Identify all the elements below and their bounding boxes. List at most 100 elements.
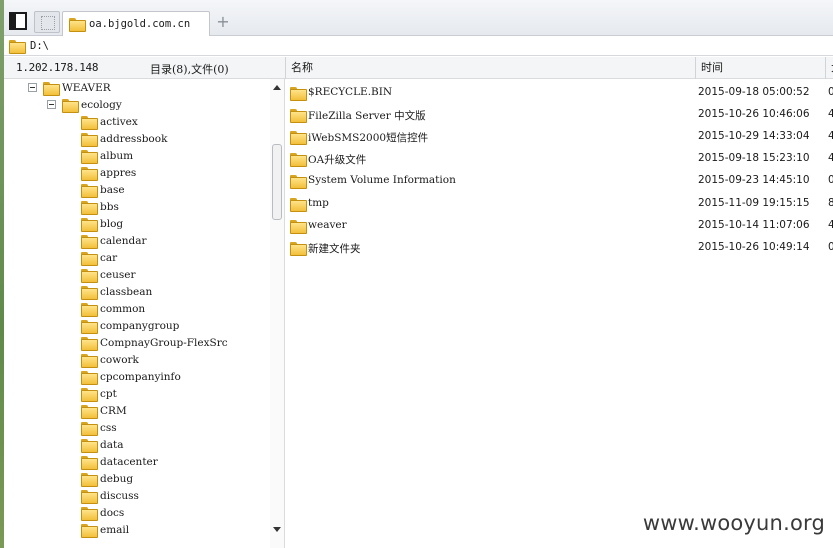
- folder-icon: [290, 87, 307, 101]
- tree-item-label: car: [100, 251, 118, 264]
- tree-item[interactable]: cowork: [81, 351, 139, 368]
- file-name: iWebSMS2000短信控件: [308, 132, 429, 145]
- tree-item[interactable]: ceuser: [81, 266, 135, 283]
- file-size: 0: [828, 174, 833, 187]
- file-row[interactable]: iWebSMS2000短信控件 2015-10-29 14:33:04 4: [286, 126, 833, 148]
- folder-icon: [290, 219, 307, 234]
- folder-icon: [81, 268, 98, 283]
- tree-item[interactable]: CompnayGroup-FlexSrc: [81, 334, 228, 351]
- file-size: 0: [828, 86, 833, 98]
- file-row[interactable]: System Volume Information 2015-09-23 14:4…: [286, 170, 833, 192]
- folder-icon: [81, 387, 98, 402]
- folder-icon: [81, 115, 98, 130]
- collapse-icon[interactable]: [28, 83, 37, 92]
- tree-item-label: css: [100, 421, 117, 434]
- tree-item[interactable]: css: [81, 419, 117, 436]
- file-row[interactable]: 新建文件夹 2015-10-26 10:49:14 0: [286, 237, 833, 259]
- file-row[interactable]: tmp 2015-11-09 19:15:15 8: [286, 193, 833, 215]
- file-row[interactable]: OA升级文件 2015-09-18 15:23:10 4: [286, 148, 833, 170]
- file-name: weaver: [308, 218, 347, 231]
- tree-item[interactable]: base: [81, 181, 125, 198]
- tree-item[interactable]: debug: [81, 470, 133, 487]
- file-time: 2015-10-14 11:07:06: [698, 218, 810, 231]
- file-time: 2015-09-18 15:23:10: [698, 152, 810, 165]
- current-path: D:\: [30, 39, 49, 52]
- file-size: 4: [828, 152, 833, 165]
- tree-item[interactable]: ecology: [47, 96, 122, 113]
- tree-item[interactable]: album: [81, 147, 133, 164]
- folder-icon: [81, 319, 98, 334]
- tree-item[interactable]: docs: [81, 504, 124, 521]
- file-row[interactable]: FileZilla Server 中文版 2015-10-26 10:46:06 4: [286, 104, 833, 126]
- folder-icon: [81, 472, 98, 487]
- folder-icon: [290, 131, 307, 146]
- folder-icon: [290, 241, 307, 256]
- add-tab-button[interactable]: +: [215, 12, 231, 32]
- tree-item[interactable]: classbean: [81, 283, 152, 300]
- file-size: 4: [828, 218, 833, 231]
- file-row[interactable]: $RECYCLE.BIN 2015-09-18 05:00:52 0: [286, 82, 833, 104]
- tree-item-label: CRM: [100, 404, 127, 417]
- tree-item[interactable]: companygroup: [81, 317, 179, 334]
- tab-active[interactable]: oa.bjgold.com.cn: [62, 11, 210, 36]
- file-size: 4: [828, 130, 833, 143]
- file-row[interactable]: weaver 2015-10-14 11:07:06 4: [286, 215, 833, 237]
- item-counts: 目录(8),文件(0): [150, 63, 229, 76]
- folder-tree: WEAVER ecology activex addressbook album appr…: [4, 79, 285, 548]
- tree-item[interactable]: cpt: [81, 385, 117, 402]
- tree-item[interactable]: bbs: [81, 198, 119, 215]
- tree-item-label: common: [100, 302, 146, 315]
- tree-item[interactable]: cpcompanyinfo: [81, 368, 181, 385]
- tree-item-label: data: [100, 438, 124, 451]
- folder-icon: [69, 18, 86, 32]
- tree-item-label: ceuser: [100, 268, 136, 281]
- folder-icon: [81, 438, 98, 453]
- folder-icon: [290, 109, 307, 124]
- inactive-tab[interactable]: [34, 11, 60, 33]
- host-ip: 1.202.178.148: [16, 61, 99, 74]
- tree-item[interactable]: CRM: [81, 402, 127, 419]
- tree-item-label: datacenter: [100, 455, 158, 468]
- folder-icon: [81, 234, 98, 249]
- tree-scrollbar[interactable]: [270, 79, 284, 548]
- tree-item[interactable]: data: [81, 436, 123, 453]
- tree-item[interactable]: email: [81, 521, 129, 538]
- scroll-thumb[interactable]: [272, 144, 282, 220]
- tree-item[interactable]: common: [81, 300, 145, 317]
- scroll-down-icon[interactable]: [273, 527, 281, 532]
- folder-icon: [81, 489, 98, 504]
- folder-icon: [9, 39, 26, 54]
- file-name: 新建文件夹: [308, 242, 361, 255]
- tree-item[interactable]: blog: [81, 215, 123, 232]
- tab-bar: oa.bjgold.com.cn +: [4, 0, 833, 36]
- folder-icon: [81, 506, 98, 521]
- column-header-size[interactable]: 大: [825, 57, 833, 79]
- tree-item[interactable]: calendar: [81, 232, 146, 249]
- collapse-icon[interactable]: [47, 100, 56, 109]
- file-name: $RECYCLE.BIN: [308, 86, 393, 98]
- column-header-name[interactable]: 名称: [285, 57, 695, 79]
- tree-item-label: calendar: [100, 234, 147, 247]
- tree-item-label: cowork: [100, 353, 139, 366]
- tree-item[interactable]: addressbook: [81, 130, 167, 147]
- file-name: FileZilla Server 中文版: [308, 110, 426, 123]
- column-header-time[interactable]: 时间: [695, 57, 825, 79]
- tree-item-label: base: [100, 183, 125, 196]
- tree-item-label: WEAVER: [62, 81, 111, 94]
- file-name: OA升级文件: [308, 154, 367, 167]
- panel-toggle-icon[interactable]: [9, 12, 27, 30]
- tree-item[interactable]: discuss: [81, 487, 139, 504]
- tree-item-label: bbs: [100, 200, 119, 213]
- scroll-up-icon[interactable]: [273, 85, 281, 90]
- folder-icon: [290, 175, 307, 190]
- tree-item[interactable]: appres: [81, 164, 136, 181]
- folder-icon: [81, 251, 98, 266]
- tree-item[interactable]: activex: [81, 113, 138, 130]
- path-bar[interactable]: D:\: [4, 36, 833, 56]
- tree-item-label: docs: [100, 506, 125, 519]
- tree-item[interactable]: WEAVER: [28, 79, 111, 96]
- folder-icon: [81, 302, 98, 317]
- tree-item[interactable]: datacenter: [81, 453, 158, 470]
- file-time: 2015-10-29 14:33:04: [698, 130, 810, 143]
- tree-item[interactable]: car: [81, 249, 117, 266]
